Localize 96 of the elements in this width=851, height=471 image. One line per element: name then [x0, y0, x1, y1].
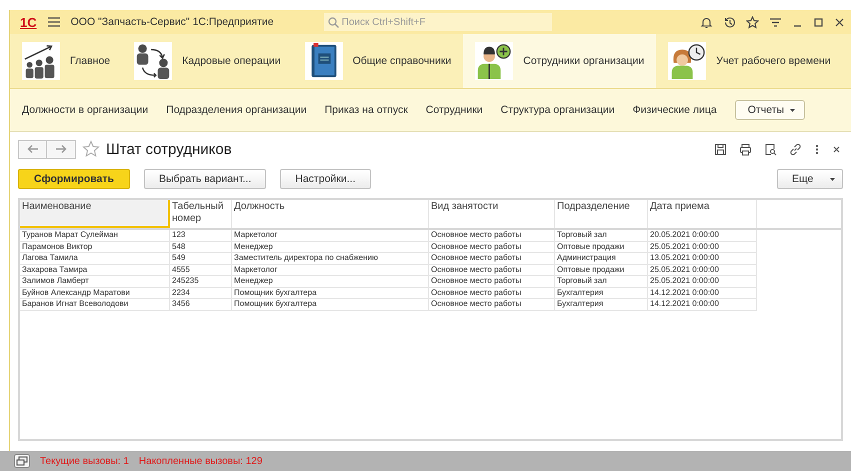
table-cell: 25.05.2021 0:00:00: [648, 264, 757, 276]
nav-link[interactable]: Структура организации: [500, 104, 615, 116]
table-cell: 14.12.2021 0:00:00: [648, 299, 757, 310]
table-cell: Помощник бухгалтера: [232, 288, 429, 299]
star-icon[interactable]: [746, 16, 759, 28]
column-header[interactable]: Наименование: [20, 200, 170, 228]
people-exchange-icon: [134, 42, 172, 80]
section-tab[interactable]: Кадровые операции: [122, 34, 293, 88]
forward-button[interactable]: [47, 140, 76, 158]
table-cell: 4555: [170, 264, 232, 276]
book-icon: [304, 42, 343, 80]
logo: 1С: [20, 14, 37, 30]
table-cell: 13.05.2021 0:00:00: [648, 253, 757, 264]
action-button[interactable]: Настройки...: [280, 169, 370, 189]
preview-icon[interactable]: [764, 142, 777, 156]
print-icon[interactable]: [739, 142, 752, 156]
table-cell: Лагова Тамила: [20, 253, 170, 264]
column-header[interactable]: Должность: [232, 200, 429, 228]
people-growth-icon: [22, 42, 60, 80]
accumulated-calls: Накопленные вызовы: 129: [138, 456, 262, 466]
maximize-icon[interactable]: [813, 16, 824, 28]
table-cell: Туранов Марат Сулейман: [20, 230, 170, 242]
forward-arrow-icon: [55, 144, 67, 154]
table-cell: Основное место работы: [429, 276, 555, 288]
menu-icon[interactable]: [46, 16, 61, 28]
section-tab[interactable]: Сотрудники организации: [463, 34, 656, 88]
table-cell: Буйнов Александр Маратови: [20, 288, 170, 299]
nav-link[interactable]: Подразделения организации: [166, 104, 307, 116]
column-header[interactable]: Табельный номер: [170, 200, 232, 228]
generate-button[interactable]: Сформировать: [18, 169, 130, 189]
bell-icon[interactable]: [700, 16, 713, 28]
table-cell: Основное место работы: [429, 299, 555, 310]
table-cell: 25.05.2021 0:00:00: [648, 276, 757, 288]
person-add-icon: [475, 42, 514, 80]
more-icon[interactable]: [814, 142, 820, 156]
section-tab[interactable]: Главное: [10, 34, 122, 88]
table-cell: Администрация: [555, 253, 648, 264]
section-tab[interactable]: Общие справочники: [292, 34, 464, 88]
nav-link[interactable]: Сотрудники: [426, 104, 483, 116]
current-calls: Текущие вызовы: 1: [40, 456, 129, 466]
table-cell: Основное место работы: [429, 288, 555, 299]
form-title: Штат сотрудников: [106, 140, 232, 158]
caret-icon: [829, 176, 836, 182]
link-icon[interactable]: [789, 142, 802, 156]
search-field[interactable]: Поиск Ctrl+Shift+F: [324, 13, 552, 31]
back-arrow-icon: [26, 144, 38, 154]
table-cell: Захарова Тамира: [20, 264, 170, 276]
action-button[interactable]: Выбрать вариант...: [144, 169, 266, 189]
history-icon[interactable]: [723, 16, 736, 28]
table-cell: Оптовые продажи: [555, 264, 648, 276]
table-cell: Заместитель директора по снабжению: [232, 253, 429, 264]
table-cell: Торговый зал: [555, 230, 648, 242]
table-cell: Бухгалтерия: [555, 288, 648, 299]
nav-link[interactable]: Должности в организации: [22, 104, 148, 116]
table-cell: Бухгалтерия: [555, 299, 648, 310]
column-header[interactable]: Вид занятости: [429, 200, 555, 228]
table-cell: Маркетолог: [232, 230, 429, 242]
table-cell: Залимов Ламберт: [20, 276, 170, 288]
caret-icon: [789, 108, 796, 112]
table-cell: 3456: [170, 299, 232, 310]
column-header[interactable]: Подразделение: [555, 200, 648, 228]
star-icon[interactable]: [82, 140, 100, 158]
section-tab[interactable]: Учет рабочего времени: [656, 34, 843, 88]
table-cell: Основное место работы: [429, 264, 555, 276]
table-cell: 2234: [170, 288, 232, 299]
table-cell: Парамонов Виктор: [20, 242, 170, 253]
windows-icon[interactable]: [14, 454, 30, 468]
table-cell: Менеджер: [232, 276, 429, 288]
table-cell: Менеджер: [232, 242, 429, 253]
table-cell: Баранов Игнат Всеволодови: [20, 299, 170, 310]
table-cell: Помощник бухгалтера: [232, 299, 429, 310]
person-clock-icon: [668, 42, 706, 80]
table-cell: 549: [170, 253, 232, 264]
search-icon: [328, 17, 339, 28]
save-icon[interactable]: [714, 142, 727, 156]
table-cell: Оптовые продажи: [555, 242, 648, 253]
more-button[interactable]: Еще: [777, 169, 843, 189]
table-cell: 548: [170, 242, 232, 253]
table-cell: 245235: [170, 276, 232, 288]
table-cell: 123: [170, 230, 232, 242]
table-cell: Маркетолог: [232, 264, 429, 276]
table-cell: 25.05.2021 0:00:00: [648, 242, 757, 253]
table-cell: Торговый зал: [555, 276, 648, 288]
table-cell: Основное место работы: [429, 242, 555, 253]
close-icon[interactable]: [834, 16, 845, 28]
window-title: ООО "Запчасть-Сервис" 1С:Предприятие: [70, 16, 274, 28]
table-cell: 20.05.2021 0:00:00: [648, 230, 757, 242]
table-cell: Основное место работы: [429, 230, 555, 242]
reports-button[interactable]: Отчеты: [734, 100, 806, 120]
menu-lines-icon[interactable]: [769, 16, 782, 28]
table-cell: 14.12.2021 0:00:00: [648, 288, 757, 299]
table-cell: Основное место работы: [429, 253, 555, 264]
nav-link[interactable]: Физические лица: [632, 104, 717, 116]
back-button[interactable]: [18, 140, 47, 158]
column-header[interactable]: Дата приема: [648, 200, 757, 228]
nav-link[interactable]: Приказ на отпуск: [324, 104, 408, 116]
